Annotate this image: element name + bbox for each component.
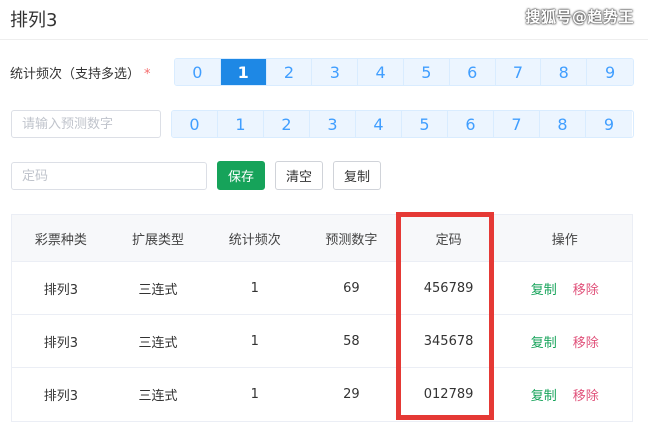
predict-number-option-4[interactable]: 4 (356, 111, 402, 137)
cell-fixed-code: 456789 (423, 280, 474, 296)
cell-actions: 复制 移除 (497, 262, 632, 314)
watermark: 搜狐号@趋势王 (525, 8, 634, 26)
row-remove-link[interactable]: 移除 (573, 332, 599, 351)
cell-fixed-code: 345678 (423, 333, 474, 349)
header-extension-type: 扩展类型 (132, 232, 185, 248)
table-row: 排列3 三连式 1 29 012789 复制 移除 (12, 368, 632, 421)
row-remove-link[interactable]: 移除 (573, 279, 599, 298)
cell-predict-number: 29 (343, 387, 360, 402)
predict-number-option-8[interactable]: 8 (540, 111, 586, 137)
stats-frequency-label-text: 统计频次（支持多选） (10, 67, 141, 82)
predict-number-input[interactable] (11, 110, 161, 138)
stats-frequency-option-5[interactable]: 5 (403, 59, 450, 85)
cell-frequency: 1 (250, 280, 259, 296)
stats-frequency-option-0[interactable]: 0 (175, 59, 221, 85)
cell-extension-type: 三连式 (138, 282, 178, 298)
table-row: 排列3 三连式 1 69 456789 复制 移除 (12, 262, 632, 315)
cell-lottery-type: 排列3 (43, 335, 78, 351)
required-mark: * (144, 67, 151, 82)
predict-number-option-3[interactable]: 3 (310, 111, 356, 137)
predict-number-option-0[interactable]: 0 (172, 111, 218, 137)
row-remove-link[interactable]: 移除 (573, 385, 599, 404)
cell-extension-type: 三连式 (138, 335, 178, 351)
stats-frequency-option-1[interactable]: 1 (220, 59, 267, 85)
cell-predict-number: 69 (343, 280, 360, 296)
header-actions: 操作 (551, 232, 578, 248)
clear-button[interactable]: 清空 (275, 161, 323, 190)
predict-number-button-group: 0123456789 (171, 110, 634, 138)
cell-actions: 复制 移除 (497, 315, 632, 367)
predict-number-option-6[interactable]: 6 (448, 111, 494, 137)
table-row: 排列3 三连式 1 58 345678 复制 移除 (12, 315, 632, 368)
copy-button[interactable]: 复制 (333, 161, 381, 190)
table-body: 排列3 三连式 1 69 456789 复制 移除 排列3 三连式 1 58 345678 复制 移除 排列… (12, 262, 632, 421)
cell-fixed-code: 012789 (423, 387, 474, 402)
stats-frequency-option-4[interactable]: 4 (358, 59, 404, 85)
stats-frequency-button-group: 0123456789 (174, 58, 634, 86)
cell-actions: 复制 移除 (497, 368, 632, 421)
cell-lottery-type: 排列3 (43, 282, 78, 298)
predict-number-option-9[interactable]: 9 (586, 111, 632, 137)
stats-frequency-option-9[interactable]: 9 (587, 59, 633, 85)
stats-frequency-option-3[interactable]: 3 (312, 59, 359, 85)
cell-frequency: 1 (250, 387, 259, 402)
code-input[interactable] (11, 162, 207, 190)
predict-number-option-2[interactable]: 2 (264, 111, 310, 137)
table-header-row: 彩票种类 扩展类型 统计频次 预测数字 定码 操作 (12, 215, 632, 262)
header-predict-number: 预测数字 (325, 232, 378, 248)
predict-number-option-5[interactable]: 5 (402, 111, 448, 137)
cell-lottery-type: 排列3 (43, 389, 78, 404)
row-copy-link[interactable]: 复制 (531, 385, 557, 404)
predict-number-option-1[interactable]: 1 (218, 111, 264, 137)
cell-extension-type: 三连式 (138, 389, 178, 404)
page-title: 排列3 (10, 10, 58, 31)
stats-frequency-label: 统计频次（支持多选） * (10, 63, 151, 82)
results-table: 彩票种类 扩展类型 统计频次 预测数字 定码 操作 排列3 三连式 1 69 45678… (11, 214, 633, 422)
cell-predict-number: 58 (343, 333, 360, 349)
cell-frequency: 1 (250, 333, 259, 349)
predict-number-option-7[interactable]: 7 (494, 111, 540, 137)
page-header: 排列3 搜狐号@趋势王 (0, 0, 648, 40)
stats-frequency-option-2[interactable]: 2 (266, 59, 313, 85)
header-lottery-type: 彩票种类 (34, 232, 87, 248)
stats-frequency-option-8[interactable]: 8 (541, 59, 588, 85)
stats-frequency-option-7[interactable]: 7 (495, 59, 542, 85)
row-copy-link[interactable]: 复制 (531, 279, 557, 298)
header-frequency: 统计频次 (228, 232, 281, 248)
save-button[interactable]: 保存 (217, 161, 265, 190)
header-fixed-code: 定码 (435, 232, 462, 248)
stats-frequency-option-6[interactable]: 6 (449, 59, 496, 85)
row-copy-link[interactable]: 复制 (531, 332, 557, 351)
